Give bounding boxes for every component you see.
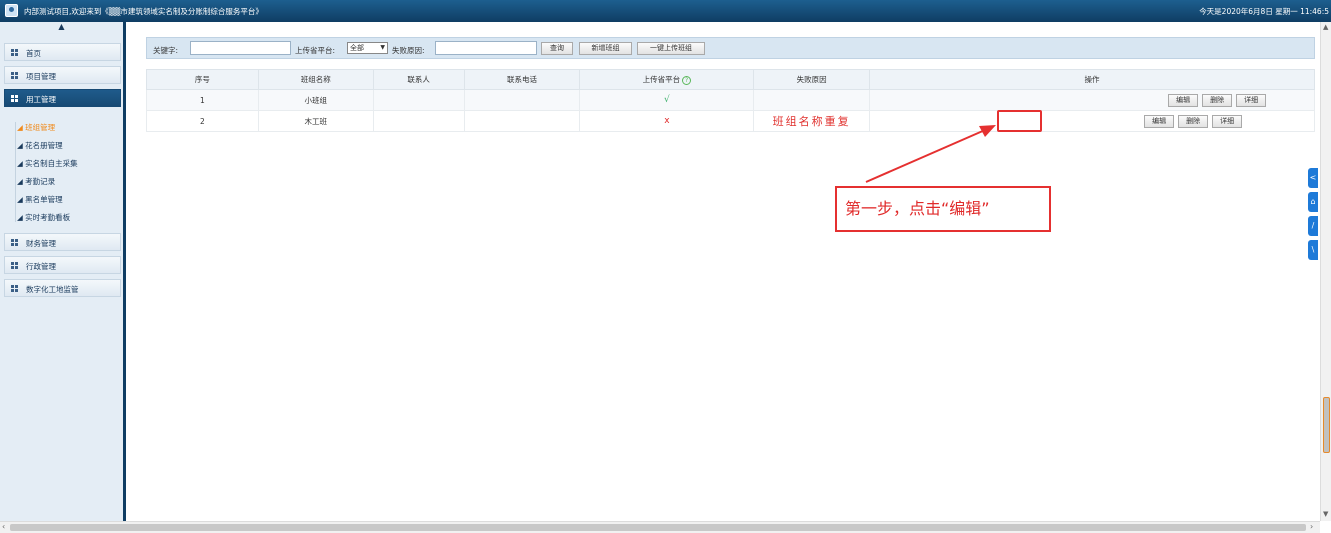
annotation-arrow [865,125,996,183]
scroll-left-icon[interactable]: ‹ [2,522,5,531]
backslash-icon[interactable]: \ [1308,240,1318,260]
arrow-line [865,129,986,183]
horizontal-scrollbar[interactable]: ‹ › [0,521,1320,533]
vertical-scroll-thumb[interactable] [1323,397,1330,453]
slash-icon[interactable]: / [1308,216,1318,236]
horizontal-scroll-thumb[interactable] [10,524,1306,531]
scroll-up-icon[interactable]: ▲ [1323,23,1328,31]
home-icon[interactable]: ⌂ [1308,192,1318,212]
vertical-scrollbar[interactable]: ▲ ▼ [1320,22,1331,521]
scroll-down-icon[interactable]: ▼ [1323,510,1328,518]
scroll-right-icon[interactable]: › [1310,522,1313,531]
collapse-icon[interactable]: < [1308,168,1318,188]
annotation-callout: 第一步，点击“编辑” [835,186,1051,232]
app-window: 内部测试项目,欢迎来到《▒▒市建筑领域实名制及分账制综合服务平台》 今天是202… [0,0,1331,533]
